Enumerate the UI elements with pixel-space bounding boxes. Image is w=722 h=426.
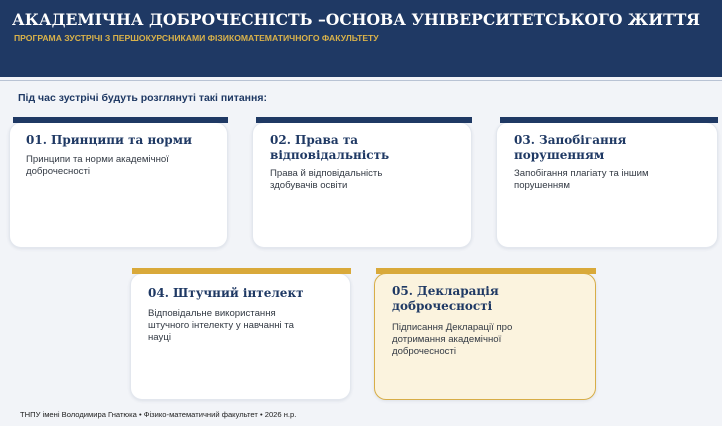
header-divider [0, 80, 722, 81]
card-1-text-1: Принципи та норми академічної [26, 154, 169, 165]
card-5-title-2: доброчесності [392, 299, 493, 313]
card-3-title-1: 03. Запобігання [514, 133, 627, 147]
card-4-text-1: Відповідальне використання [148, 308, 276, 319]
page-title: АКАДЕМІЧНА ДОБРОЧЕСНІСТЬ –ОСНОВА УНІВЕРС… [12, 10, 701, 29]
card-3-title-2: порушенням [514, 148, 605, 162]
card-5-accent-bar [376, 268, 596, 274]
header-banner: АКАДЕМІЧНА ДОБРОЧЕСНІСТЬ –ОСНОВА УНІВЕРС… [0, 0, 722, 77]
card-5-title-1: 05. Декларація [392, 284, 499, 298]
card-4-text-3: науці [148, 332, 171, 343]
card-3-text-2: порушенням [514, 180, 570, 191]
card-1-accent-bar [13, 117, 228, 123]
card-2-text-1: Права й відповідальність [270, 168, 383, 179]
card-4-accent-bar [132, 268, 351, 274]
card-2-title-1: 02. Права та [270, 133, 359, 147]
footer-text: ТНПУ імені Володимира Гнатюка • Фізико-м… [20, 410, 297, 419]
card-1-title: 01. Принципи та норми [26, 133, 192, 147]
card-3-accent-bar [500, 117, 718, 123]
card-3-text-1: Запобігання плагіату та іншим [514, 168, 649, 179]
card-5-text-3: доброчесності [392, 346, 456, 357]
card-2-title-2: відповідальність [270, 148, 390, 162]
card-1-text-2: доброчесності [26, 166, 90, 177]
card-5-text-1: Підписання Декларації про [392, 322, 513, 333]
card-2-accent-bar [256, 117, 472, 123]
intro-text: Під час зустрічі будуть розглянуті такі … [18, 92, 267, 104]
page-subtitle: ПРОГРАМА ЗУСТРІЧІ З ПЕРШОКУРСНИКАМИ ФІЗИ… [14, 33, 379, 43]
card-4-title: 04. Штучний інтелект [148, 286, 304, 300]
card-4-text-2: штучного інтелекту у навчанні та [148, 320, 294, 331]
card-5-text-2: дотримання академічної [392, 334, 502, 345]
card-2-text-2: здобувачів освіти [270, 180, 348, 191]
